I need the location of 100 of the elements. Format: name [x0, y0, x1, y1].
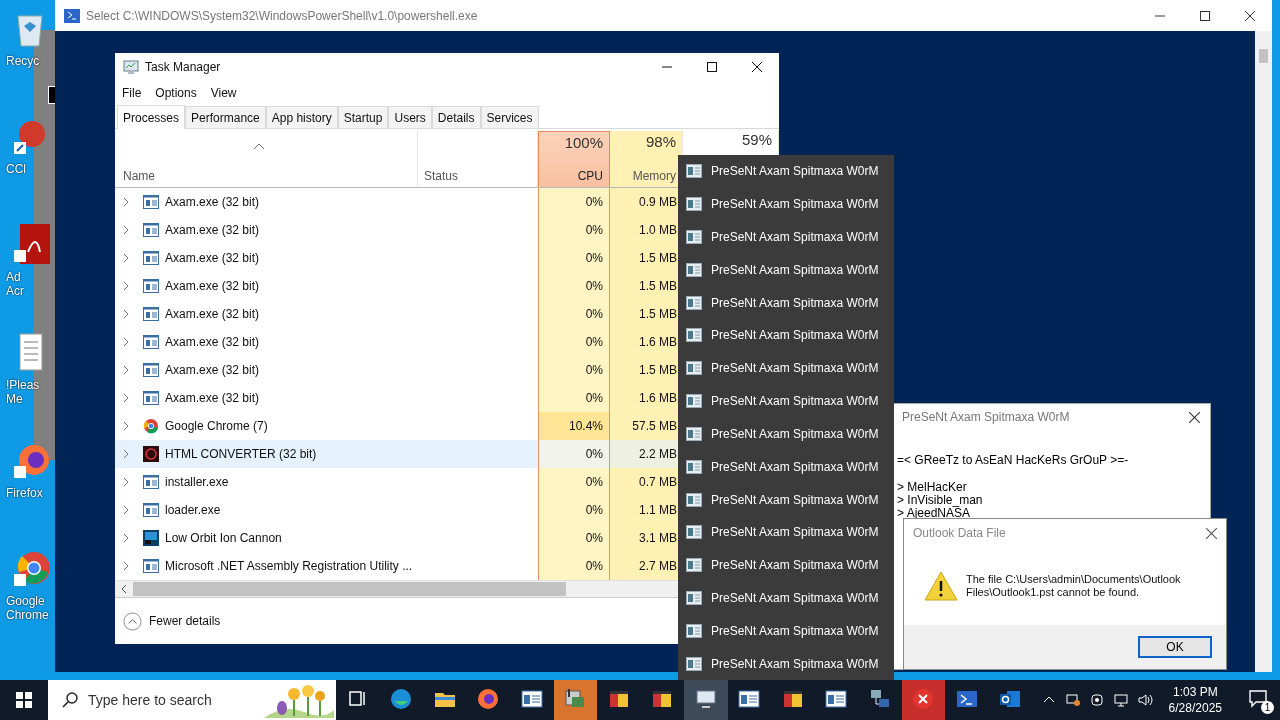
window-title: Select C:\WINDOWS\System32\WindowsPowerShell\v1.0\powershell.exe: [86, 8, 479, 23]
expand-chevron-icon[interactable]: [123, 449, 129, 459]
tab[interactable]: Startup: [337, 106, 389, 128]
network-icon[interactable]: [1064, 692, 1081, 708]
tab[interactable]: Processes: [117, 105, 186, 129]
window-icon: [686, 230, 702, 245]
cpu-value: 0%: [585, 195, 603, 209]
memory-value: 2.7 MB: [639, 559, 677, 573]
popup-item[interactable]: PreSeNt Axam Spitmaxa W0rM: [678, 515, 894, 549]
scroll-left-icon[interactable]: [121, 584, 127, 594]
camera-icon[interactable]: [1088, 692, 1105, 708]
expand-chevron-icon[interactable]: [123, 309, 129, 319]
ring-icon: [143, 446, 159, 462]
process-name: Google Chrome (7): [165, 419, 268, 433]
popup-item[interactable]: PreSeNt Axam Spitmaxa W0rM: [678, 581, 894, 615]
window-icon: [143, 250, 159, 266]
menu-item[interactable]: View: [210, 85, 237, 100]
popup-item[interactable]: PreSeNt Axam Spitmaxa W0rM: [678, 319, 894, 352]
expand-chevron-icon[interactable]: [123, 197, 129, 207]
memory-value: 1.6 MB: [639, 335, 677, 349]
monitor-icon: [123, 59, 139, 75]
popup-item[interactable]: PreSeNt Axam Spitmaxa W0rM: [678, 220, 894, 254]
search-field[interactable]: Type here to search: [48, 680, 336, 720]
expand-chevron-icon[interactable]: [123, 281, 129, 291]
warning-icon: [924, 571, 958, 601]
maximize-icon: [1199, 10, 1210, 21]
tab[interactable]: Users: [388, 106, 432, 128]
expand-chevron-icon[interactable]: [123, 253, 129, 263]
memory-value: 0.9 MB: [639, 195, 677, 209]
expand-chevron-icon[interactable]: [123, 561, 129, 571]
popup-item[interactable]: PreSeNt Axam Spitmaxa W0rM: [678, 548, 894, 582]
expand-chevron-icon[interactable]: [123, 477, 129, 487]
window-icon: [686, 558, 702, 573]
process-name: Axam.exe (32 bit): [165, 307, 260, 321]
tab[interactable]: Performance: [185, 106, 266, 128]
memory-value: 3.1 MB: [639, 531, 677, 545]
notification-count: 1: [1261, 701, 1274, 714]
search-icon: [62, 692, 78, 708]
expand-chevron-icon[interactable]: [123, 225, 129, 235]
process-name: Low Orbit Ion Cannon: [165, 531, 282, 545]
clock[interactable]: 1:03 PM 6/28/2025: [1160, 684, 1230, 716]
powershell-icon: [64, 7, 80, 24]
window-icon: [686, 262, 702, 277]
expand-chevron-icon[interactable]: [123, 337, 129, 347]
app-tile-icon: [143, 530, 159, 546]
taskbar-button[interactable]: [684, 680, 728, 720]
firefox-icon: [476, 687, 501, 711]
column-header[interactable]: 100% CPU: [538, 131, 610, 187]
expand-chevron-icon[interactable]: [123, 533, 129, 543]
tab[interactable]: Services: [480, 106, 539, 128]
collapse-icon: [123, 611, 142, 631]
window-icon: [686, 197, 702, 212]
close-icon[interactable]: [1206, 527, 1217, 539]
popup-item[interactable]: PreSeNt Axam Spitmaxa W0rM: [678, 450, 894, 484]
popup-item[interactable]: PreSeNt Axam Spitmaxa W0rM: [678, 286, 894, 320]
menu-item[interactable]: File: [122, 85, 142, 100]
expand-chevron-icon[interactable]: [123, 505, 129, 515]
process-name: Axam.exe (32 bit): [165, 391, 260, 405]
cpu-value: 10.4%: [568, 419, 603, 433]
scrollbar[interactable]: [1255, 31, 1272, 672]
window-icon: [686, 590, 702, 605]
popup-item[interactable]: PreSeNt Axam Spitmaxa W0rM: [678, 614, 894, 648]
taskbar-button[interactable]: [553, 680, 597, 720]
popup-item[interactable]: PreSeNt Axam Spitmaxa W0rM: [678, 483, 894, 516]
menu-item[interactable]: Options: [155, 85, 197, 100]
popup-item[interactable]: PreSeNt Axam Spitmaxa W0rM: [678, 187, 894, 221]
display-icon[interactable]: [1112, 692, 1129, 708]
window-icon: [143, 194, 159, 210]
cpu-value: 0%: [585, 251, 603, 265]
cpu-value: 0%: [585, 447, 603, 461]
memory-value: 1.6 MB: [639, 391, 677, 405]
taskbar-button[interactable]: [901, 680, 945, 720]
window-icon: [143, 278, 159, 294]
close-icon: [751, 62, 762, 72]
memory-value: 0.7 MB: [639, 475, 677, 489]
window-icon: [686, 164, 702, 179]
window-icon: [686, 525, 702, 540]
tab[interactable]: Details: [431, 106, 481, 128]
expand-chevron-icon[interactable]: [123, 421, 129, 431]
memory-value: 1.5 MB: [639, 251, 677, 265]
column-header[interactable]: 98% Memory: [610, 131, 683, 187]
cpu-value: 0%: [585, 559, 603, 573]
popup-item[interactable]: PreSeNt Axam Spitmaxa W0rM: [678, 417, 894, 451]
volume-icon[interactable]: [1136, 692, 1153, 708]
tab[interactable]: App history: [265, 106, 338, 128]
popup-item[interactable]: PreSeNt Axam Spitmaxa W0rM: [678, 351, 894, 385]
expand-chevron-icon[interactable]: [123, 365, 129, 375]
popup-item[interactable]: PreSeNt Axam Spitmaxa W0rM: [678, 253, 894, 287]
close-icon[interactable]: [1189, 411, 1200, 423]
fewer-details-button[interactable]: Fewer details: [123, 611, 221, 631]
cpu-value: 0%: [585, 531, 603, 545]
expand-chevron-icon[interactable]: [123, 393, 129, 403]
name-line: > InVisible_man: [897, 494, 984, 507]
column-header[interactable]: Name: [115, 131, 418, 187]
window-icon: [824, 687, 849, 711]
popup-item[interactable]: PreSeNt Axam Spitmaxa W0rM: [678, 384, 894, 418]
ok-button[interactable]: OK: [1138, 636, 1212, 658]
process-name: Axam.exe (32 bit): [165, 195, 260, 209]
process-name: Microsoft .NET Assembly Registration Utility ...: [165, 559, 413, 573]
popup-item[interactable]: PreSeNt Axam Spitmaxa W0rM: [678, 647, 894, 680]
